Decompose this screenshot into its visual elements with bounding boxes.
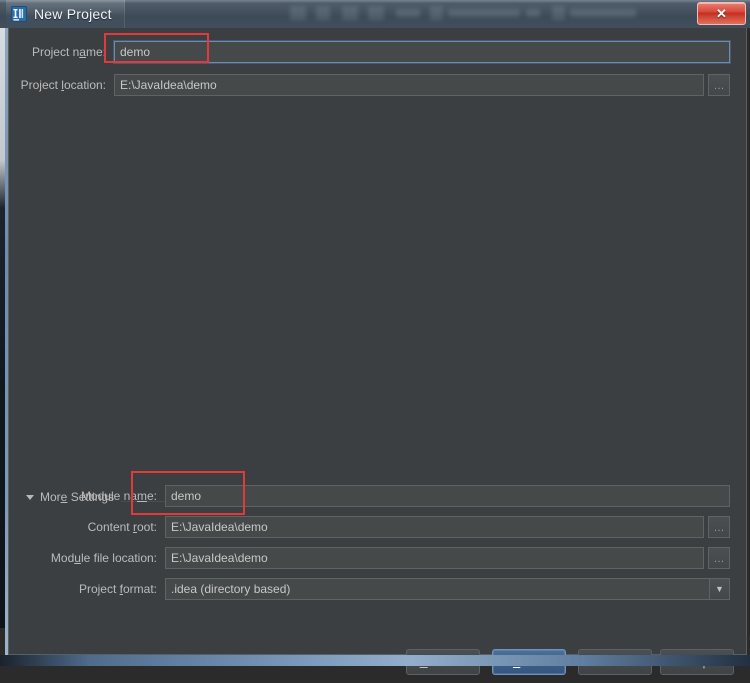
module-name-row: Module name: demo <box>9 485 740 507</box>
new-project-dialog-window: New Project ✕ Project name: demo Project… <box>0 0 750 675</box>
project-format-value: .idea (directory based) <box>171 582 291 596</box>
title-bar[interactable]: New Project ✕ <box>0 0 750 28</box>
content-root-input[interactable]: E:\JavaIdea\demo <box>165 516 704 538</box>
dialog-body: Project name: demo Project location: E:\… <box>8 28 748 675</box>
title-bar-caption: New Project <box>6 0 125 28</box>
content-root-label: Content root: <box>87 520 157 534</box>
module-file-location-input[interactable]: E:\JavaIdea\demo <box>165 547 704 569</box>
module-file-location-label: Module file location: <box>50 551 157 565</box>
module-name-input[interactable]: demo <box>165 485 730 507</box>
module-file-location-row: Module file location: E:\JavaIdea\demo … <box>9 547 740 569</box>
intellij-idea-icon <box>11 6 27 22</box>
project-location-browse-button[interactable]: … <box>708 74 730 96</box>
module-name-label: Module name: <box>80 489 157 503</box>
project-name-row: Project name: demo <box>9 41 740 63</box>
content-root-browse-button[interactable]: … <box>708 516 730 538</box>
project-name-input[interactable]: demo <box>114 41 730 63</box>
project-name-label: Project name: <box>31 45 106 59</box>
project-format-row: Project format: .idea (directory based) … <box>9 578 740 600</box>
background-window-ghost-widgets <box>290 3 690 25</box>
close-button[interactable]: ✕ <box>697 2 746 25</box>
project-location-label: Project location: <box>20 78 106 92</box>
button-bar-separator <box>9 638 748 639</box>
project-location-input[interactable]: E:\JavaIdea\demo <box>114 74 704 96</box>
project-format-select[interactable]: .idea (directory based) ▼ <box>165 578 730 600</box>
project-format-label: Project format: <box>78 582 157 596</box>
close-icon: ✕ <box>716 5 727 21</box>
project-location-row: Project location: E:\JavaIdea\demo … <box>9 74 740 96</box>
window-title: New Project <box>34 6 112 22</box>
content-root-row: Content root: E:\JavaIdea\demo … <box>9 516 740 538</box>
background-window-bottom-glow <box>0 655 750 666</box>
module-file-location-browse-button[interactable]: … <box>708 547 730 569</box>
chevron-down-icon[interactable]: ▼ <box>709 579 729 599</box>
